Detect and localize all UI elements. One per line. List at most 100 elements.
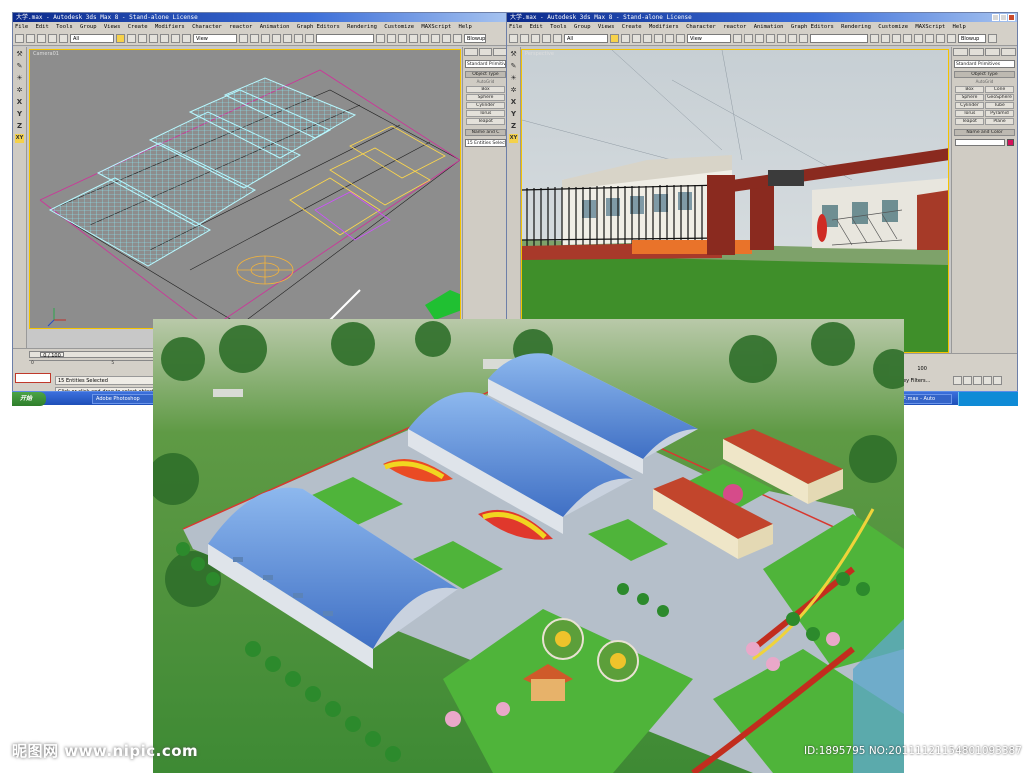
axis-xy-button[interactable]: XY bbox=[15, 134, 24, 143]
go-to-start-icon[interactable] bbox=[953, 376, 962, 385]
torus-button[interactable]: Torus bbox=[466, 110, 505, 117]
axis-y-button[interactable]: Y bbox=[15, 110, 24, 119]
viewport-label[interactable]: Perspective bbox=[525, 51, 554, 57]
menu-maxscript[interactable]: MAXScript bbox=[421, 24, 451, 30]
start-button[interactable]: 开始 bbox=[12, 392, 46, 406]
manipulate-icon[interactable] bbox=[250, 34, 259, 43]
menu-views[interactable]: Views bbox=[598, 24, 615, 30]
align-icon[interactable] bbox=[387, 34, 396, 43]
reference-coordinate-dropdown[interactable]: View bbox=[193, 34, 237, 43]
schematic-view-icon[interactable] bbox=[914, 34, 923, 43]
menu-edit[interactable]: Edit bbox=[530, 24, 543, 30]
object-name-field[interactable]: 15 Entities Selecte bbox=[465, 139, 506, 147]
quick-render-icon[interactable] bbox=[453, 34, 462, 43]
pivot-icon[interactable] bbox=[733, 34, 742, 43]
light-icon[interactable]: ☀ bbox=[509, 74, 518, 83]
menu-reactor[interactable]: reactor bbox=[723, 24, 746, 30]
named-selection-set-dropdown[interactable]: Blowup bbox=[464, 34, 486, 43]
menu-animation[interactable]: Animation bbox=[754, 24, 784, 30]
maxscript-listener-box[interactable] bbox=[15, 373, 51, 383]
pivot-icon[interactable] bbox=[239, 34, 248, 43]
axis-x-button[interactable]: X bbox=[15, 98, 24, 107]
undo-icon[interactable] bbox=[509, 34, 518, 43]
schematic-view-icon[interactable] bbox=[420, 34, 429, 43]
minimize-button[interactable] bbox=[992, 14, 999, 21]
material-editor-icon[interactable] bbox=[431, 34, 440, 43]
curve-editor-icon[interactable] bbox=[903, 34, 912, 43]
left-title-bar[interactable]: 大学.max - Autodesk 3ds Max 8 - Stand-alon… bbox=[13, 13, 508, 22]
rectangular-selection-icon[interactable] bbox=[632, 34, 641, 43]
light-icon[interactable]: ☀ bbox=[15, 74, 24, 83]
window-crossing-icon[interactable] bbox=[149, 34, 158, 43]
selection-filter-dropdown[interactable]: All bbox=[70, 34, 114, 43]
menu-reactor[interactable]: reactor bbox=[229, 24, 252, 30]
scale-icon[interactable] bbox=[182, 34, 191, 43]
menu-create[interactable]: Create bbox=[622, 24, 642, 30]
selection-filter-dropdown[interactable]: All bbox=[564, 34, 608, 43]
link-icon[interactable] bbox=[37, 34, 46, 43]
percent-snap-icon[interactable] bbox=[283, 34, 292, 43]
menu-character[interactable]: Character bbox=[686, 24, 716, 30]
camera-viewport[interactable]: Camera01 bbox=[29, 49, 461, 329]
menu-customize[interactable]: Customize bbox=[384, 24, 414, 30]
menu-help[interactable]: Help bbox=[953, 24, 966, 30]
brush-icon[interactable]: ✎ bbox=[15, 62, 24, 71]
primitive-type-dropdown[interactable]: Standard Primitives bbox=[954, 60, 1015, 68]
manipulate-icon[interactable] bbox=[744, 34, 753, 43]
gear-icon[interactable]: ✲ bbox=[15, 86, 24, 95]
menu-customize[interactable]: Customize bbox=[878, 24, 908, 30]
named-selection-dropdown[interactable] bbox=[316, 34, 374, 43]
geosphere-button[interactable]: GeoSphere bbox=[985, 94, 1014, 101]
menu-maxscript[interactable]: MAXScript bbox=[915, 24, 945, 30]
move-icon[interactable] bbox=[654, 34, 663, 43]
select-by-name-icon[interactable] bbox=[621, 34, 630, 43]
scale-icon[interactable] bbox=[676, 34, 685, 43]
bind-space-warp-icon[interactable] bbox=[59, 34, 68, 43]
close-button[interactable] bbox=[1008, 14, 1015, 21]
create-tab[interactable] bbox=[953, 48, 968, 56]
primitive-type-dropdown[interactable]: Standard Primitives bbox=[465, 60, 506, 68]
rotate-icon[interactable] bbox=[171, 34, 180, 43]
perspective-viewport[interactable]: Perspective bbox=[521, 49, 949, 353]
percent-snap-icon[interactable] bbox=[777, 34, 786, 43]
menu-graph-editors[interactable]: Graph Editors bbox=[791, 24, 834, 30]
name-color-rollout[interactable]: Name and C bbox=[465, 129, 506, 136]
modify-tab[interactable] bbox=[478, 48, 493, 56]
redo-icon[interactable] bbox=[520, 34, 529, 43]
layer-manager-icon[interactable] bbox=[398, 34, 407, 43]
box-button[interactable]: Box bbox=[466, 86, 505, 93]
spinner-snap-icon[interactable] bbox=[788, 34, 797, 43]
modify-tab[interactable] bbox=[969, 48, 984, 56]
play-icon[interactable] bbox=[973, 376, 982, 385]
menu-graph-editors[interactable]: Graph Editors bbox=[297, 24, 340, 30]
tube-button[interactable]: Tube bbox=[985, 102, 1014, 109]
menu-tools[interactable]: Tools bbox=[56, 24, 73, 30]
menu-group[interactable]: Group bbox=[80, 24, 97, 30]
menu-modifiers[interactable]: Modifiers bbox=[155, 24, 185, 30]
hammer-icon[interactable]: ⚒ bbox=[509, 50, 518, 59]
quick-render-icon[interactable] bbox=[947, 34, 956, 43]
bind-space-warp-icon[interactable] bbox=[553, 34, 562, 43]
previous-frame-icon[interactable] bbox=[963, 376, 972, 385]
axis-z-button[interactable]: Z bbox=[509, 122, 518, 131]
edit-named-selection-icon[interactable] bbox=[305, 34, 314, 43]
align-icon[interactable] bbox=[881, 34, 890, 43]
menu-character[interactable]: Character bbox=[192, 24, 222, 30]
mirror-icon[interactable] bbox=[870, 34, 879, 43]
hammer-icon[interactable]: ⚒ bbox=[15, 50, 24, 59]
sphere-button[interactable]: Sphere bbox=[466, 94, 505, 101]
menu-edit[interactable]: Edit bbox=[36, 24, 49, 30]
teapot-button[interactable]: Teapot bbox=[955, 118, 984, 125]
menu-file[interactable]: File bbox=[509, 24, 522, 30]
hierarchy-tab[interactable] bbox=[985, 48, 1000, 56]
render-last-icon[interactable] bbox=[988, 34, 997, 43]
time-slider-thumb[interactable]: 0 / 100 bbox=[40, 352, 64, 359]
menu-rendering[interactable]: Rendering bbox=[347, 24, 377, 30]
gear-icon[interactable]: ✲ bbox=[509, 86, 518, 95]
menu-rendering[interactable]: Rendering bbox=[841, 24, 871, 30]
mirror-icon[interactable] bbox=[376, 34, 385, 43]
motion-tab[interactable] bbox=[1001, 48, 1016, 56]
rotate-icon[interactable] bbox=[665, 34, 674, 43]
taskbar-item-photoshop[interactable]: Adobe Photoshop bbox=[92, 394, 154, 404]
spinner-snap-icon[interactable] bbox=[294, 34, 303, 43]
